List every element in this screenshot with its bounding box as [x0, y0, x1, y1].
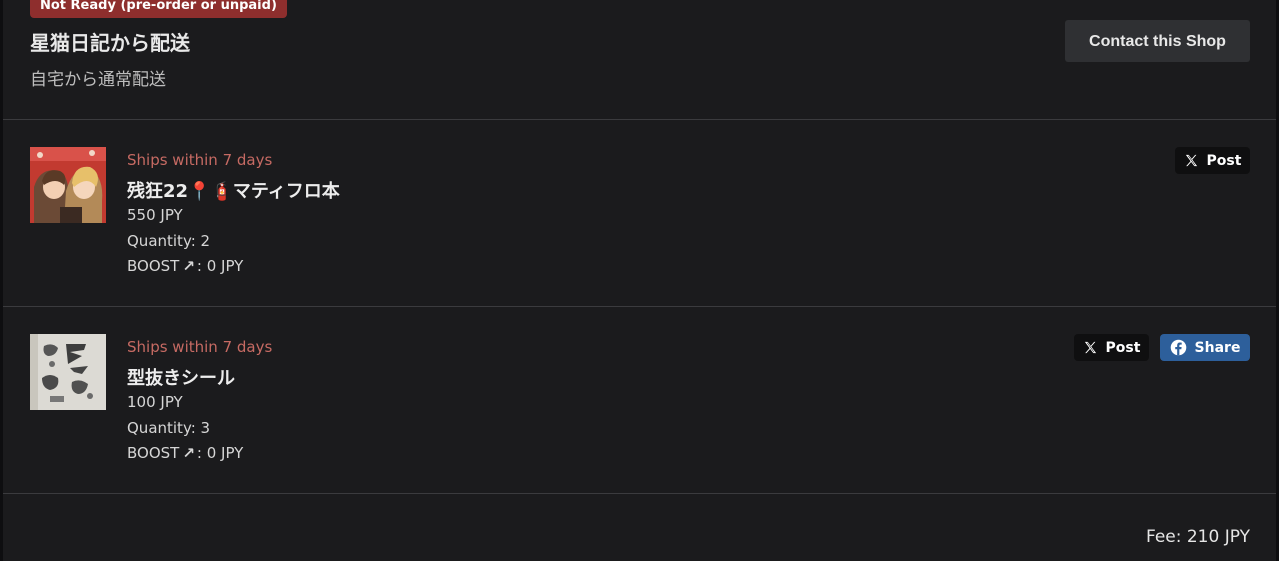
- shipping-method: 自宅から通常配送: [30, 70, 166, 90]
- post-label: Post: [1206, 152, 1242, 169]
- product-title[interactable]: 残狂22📍🧯マティフロ本: [127, 177, 340, 203]
- product-title[interactable]: 型抜きシール: [127, 364, 235, 390]
- panel-left-border: [0, 0, 3, 561]
- status-badge: Not Ready (pre-order or unpaid): [30, 0, 287, 18]
- shipping-fee: Fee: 210 JPY: [1145, 527, 1250, 547]
- divider: [3, 119, 1276, 120]
- order-shop-panel: Not Ready (pre-order or unpaid) 星猫日記から配送…: [0, 0, 1279, 561]
- divider: [3, 306, 1276, 307]
- x-logo-icon: [1185, 154, 1197, 167]
- ships-within: Ships within 7 days: [127, 151, 273, 169]
- boost-row: BOOST ↗: 0 JPY: [127, 257, 243, 275]
- product-quantity: Quantity: 2: [127, 232, 211, 250]
- arrow-up-right-icon: ↗: [182, 444, 195, 462]
- boost-label: BOOST: [127, 257, 180, 275]
- contact-shop-button[interactable]: Contact this Shop: [1065, 20, 1250, 62]
- x-post-button[interactable]: Post: [1175, 147, 1250, 174]
- divider: [3, 493, 1276, 494]
- post-label: Post: [1105, 339, 1141, 356]
- arrow-up-right-icon: ↗: [182, 257, 195, 275]
- product-price: 100 JPY: [127, 393, 183, 411]
- product-price: 550 JPY: [127, 206, 183, 224]
- facebook-share-button[interactable]: Share: [1160, 334, 1250, 361]
- boost-value: : 0 JPY: [196, 444, 244, 462]
- facebook-icon: [1170, 339, 1186, 356]
- product-thumbnail[interactable]: [30, 334, 106, 410]
- boost-value: : 0 JPY: [196, 257, 244, 275]
- boost-row: BOOST ↗: 0 JPY: [127, 444, 243, 462]
- boost-label: BOOST: [127, 444, 180, 462]
- shop-name: 星猫日記から配送: [30, 31, 190, 55]
- x-logo-icon: [1084, 341, 1096, 354]
- share-label: Share: [1194, 339, 1241, 356]
- ships-within: Ships within 7 days: [127, 338, 273, 356]
- product-thumbnail[interactable]: [30, 147, 106, 223]
- product-quantity: Quantity: 3: [127, 419, 211, 437]
- product-image: [30, 334, 106, 410]
- x-post-button[interactable]: Post: [1074, 334, 1149, 361]
- product-image: [30, 147, 106, 223]
